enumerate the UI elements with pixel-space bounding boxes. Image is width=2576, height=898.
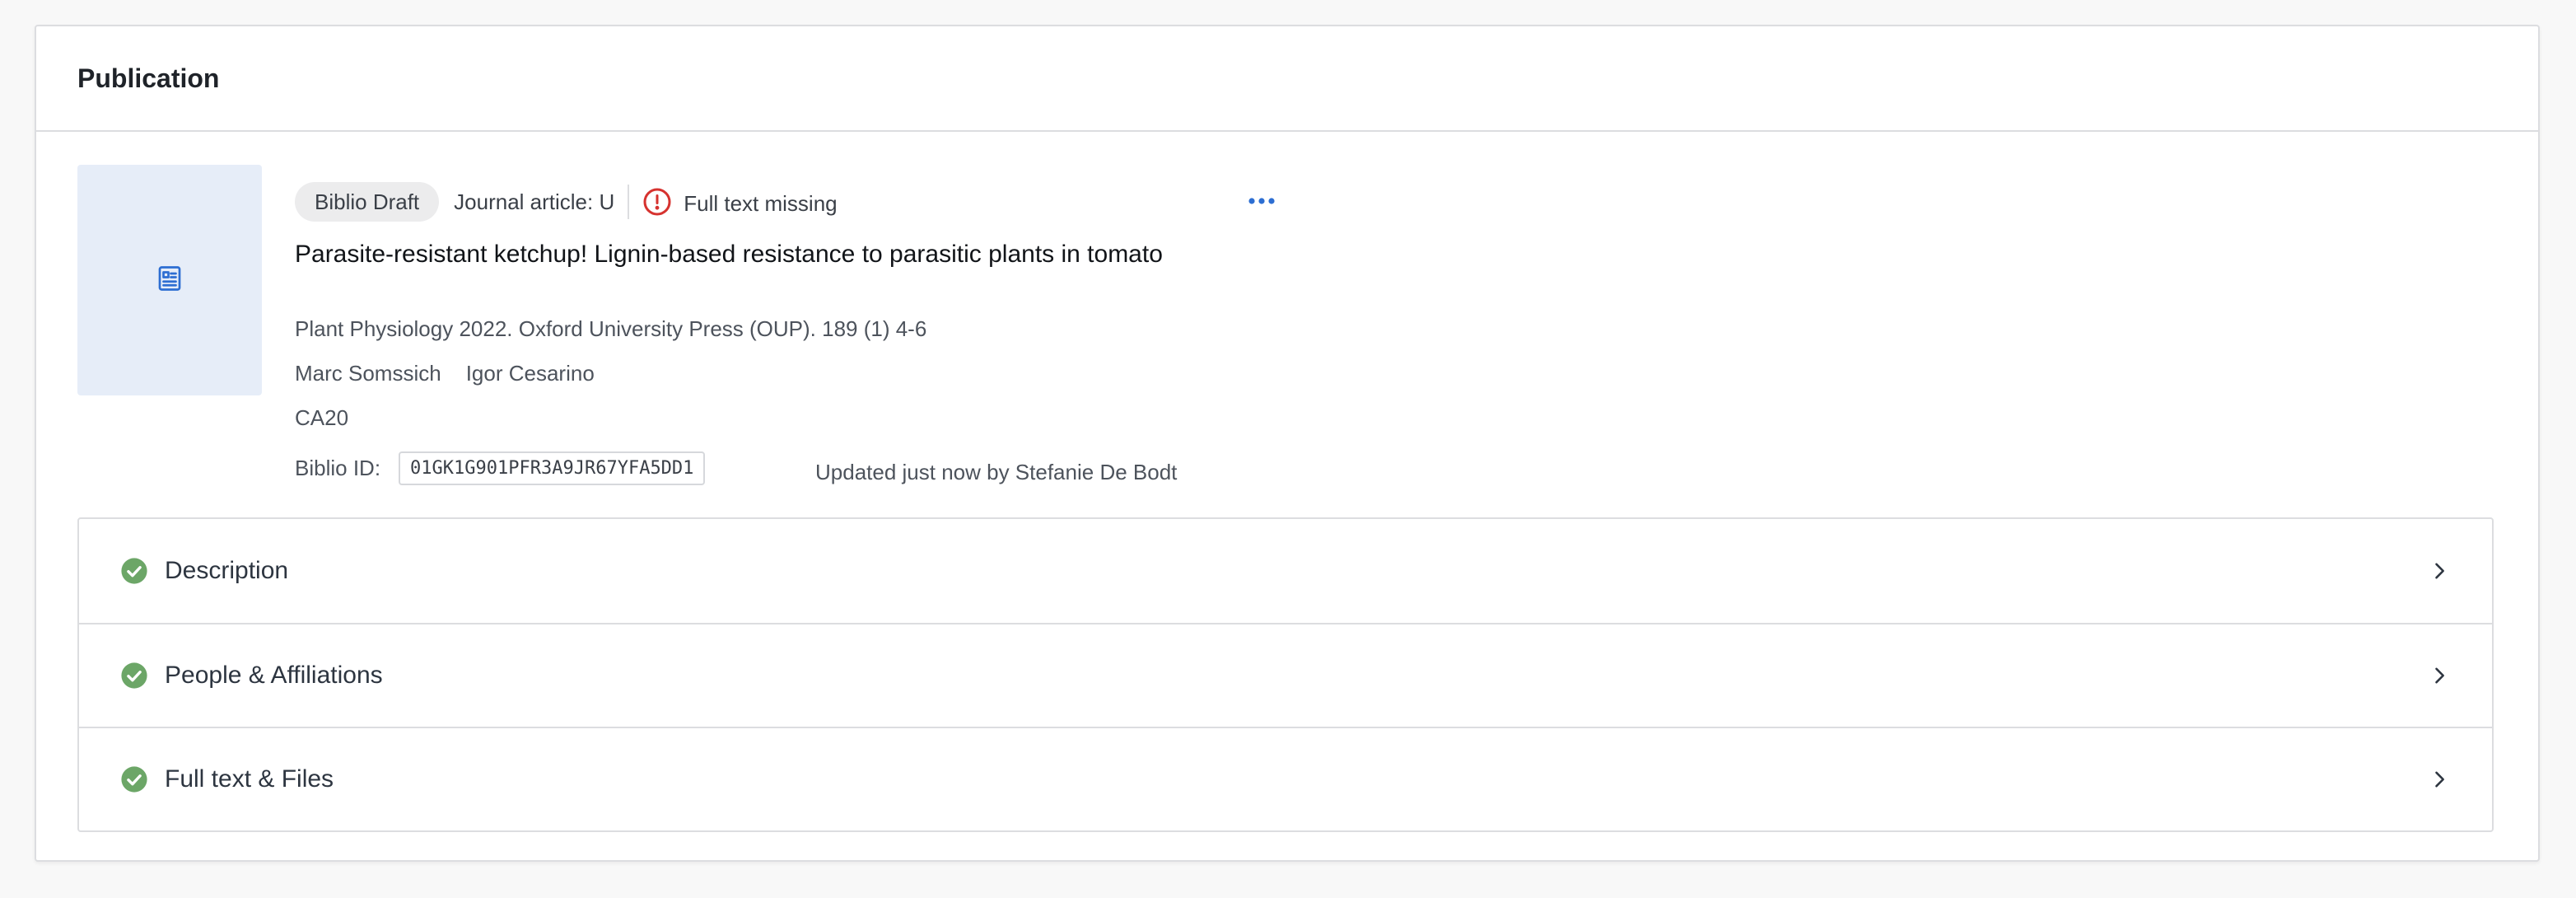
biblio-id-row: Biblio ID: 01GK1G901PFR3A9JR67YFA5DD1 (295, 451, 706, 485)
section-label: People & Affiliations (165, 662, 383, 689)
card-header: Publication (36, 26, 2538, 132)
chevron-right-icon (2428, 768, 2451, 791)
publication-summary: Biblio Draft Journal article: U Full tex… (77, 165, 2497, 511)
last-updated: Updated just now by Stefanie De Bodt (815, 460, 1178, 484)
author-name: Igor Cesarino (465, 361, 595, 386)
more-actions-button[interactable] (1237, 181, 1286, 222)
section-people-affiliations[interactable]: People & Affiliations (79, 623, 2492, 727)
publication-thumbnail (77, 165, 262, 395)
section-list: Description People & Affiliations Full t… (77, 517, 2494, 832)
department-code: CA20 (295, 405, 349, 430)
section-full-text-files[interactable]: Full text & Files (79, 727, 2492, 830)
document-icon (155, 264, 184, 297)
status-badge: Biblio Draft (295, 182, 440, 222)
biblio-id-label: Biblio ID: (295, 456, 381, 480)
badge-row: Biblio Draft Journal article: U Full tex… (295, 181, 838, 222)
full-text-warning: Full text missing (684, 190, 838, 216)
publication-card: Publication Biblio Draft Journal article… (35, 25, 2540, 862)
publication-title: Parasite-resistant ketchup! Lignin-based… (295, 241, 1163, 268)
more-horizontal-icon (1248, 194, 1276, 209)
card-title: Publication (77, 63, 220, 93)
chevron-right-icon (2428, 664, 2451, 687)
author-name: Marc Somssich (295, 361, 441, 386)
divider (628, 185, 630, 219)
chevron-right-icon (2428, 559, 2451, 582)
biblio-id-value[interactable]: 01GK1G901PFR3A9JR67YFA5DD1 (399, 451, 706, 485)
check-circle-icon (120, 765, 148, 793)
publication-citation: Plant Physiology 2022. Oxford University… (295, 316, 927, 341)
check-circle-icon (120, 662, 148, 690)
section-label: Full text & Files (165, 765, 334, 793)
alert-circle-icon (642, 187, 672, 217)
publication-type: Journal article: U (454, 189, 615, 214)
section-label: Description (165, 557, 289, 584)
author-list: Marc Somssich Igor Cesarino (295, 361, 619, 386)
check-circle-icon (120, 557, 148, 585)
section-description[interactable]: Description (79, 519, 2492, 623)
